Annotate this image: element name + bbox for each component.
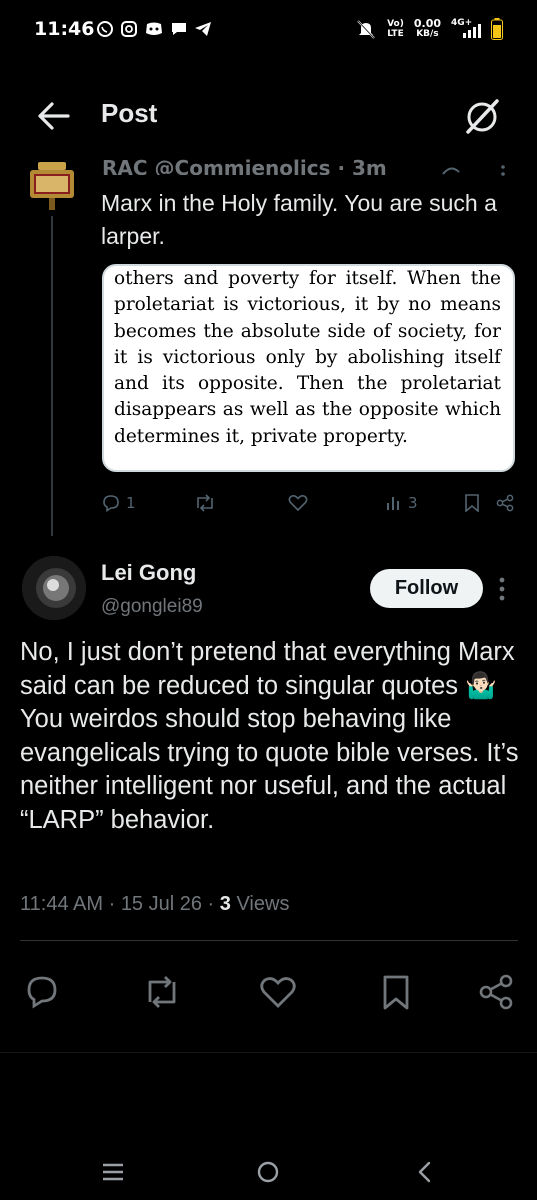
bottom-divider	[0, 1052, 537, 1053]
page-title: Post	[101, 98, 158, 128]
avatar-image	[30, 162, 74, 210]
back-nav-icon[interactable]	[416, 1160, 432, 1184]
parent-views-button[interactable]: 3	[386, 494, 418, 512]
meta-separator: ·	[207, 893, 220, 915]
speed-unit: KB/s	[416, 29, 439, 39]
tweet-date: 15 Jul 26	[120, 893, 202, 915]
tweet-meta: 11:44 AM · 15 Jul 26 · 3 Views	[20, 893, 289, 916]
telegram-icon	[195, 22, 211, 36]
views-icon	[387, 497, 399, 510]
parent-retweet-icon[interactable]	[194, 494, 216, 512]
reply-icon[interactable]	[22, 972, 62, 1012]
recent-apps-icon[interactable]	[101, 1162, 125, 1182]
chat-icon	[172, 23, 186, 35]
signal-indicator: 4G+	[451, 18, 481, 40]
parent-more-icon[interactable]	[500, 164, 506, 182]
follow-button[interactable]: Follow	[370, 569, 483, 608]
parent-author-line[interactable]: RAC @Commienolics · 3m	[102, 157, 387, 175]
author-name[interactable]: Lei Gong	[101, 560, 196, 586]
thread-line	[51, 216, 53, 536]
quote-image[interactable]: others and poverty for itself. When the …	[102, 264, 515, 472]
share-icon[interactable]	[476, 972, 516, 1012]
whatsapp-icon	[97, 21, 113, 37]
author-avatar[interactable]	[22, 556, 86, 620]
avatar-image	[22, 556, 86, 620]
system-nav-bar	[0, 1142, 537, 1200]
views-count: 3	[219, 893, 231, 915]
quote-image-text: others and poverty for itself. When the …	[114, 268, 501, 447]
meta-separator: ·	[108, 893, 121, 915]
retweet-icon[interactable]	[142, 972, 182, 1012]
parent-views-count: 3	[408, 494, 418, 512]
parent-avatar[interactable]	[26, 160, 78, 212]
battery-icon	[491, 18, 503, 40]
parent-bookmark-icon[interactable]	[464, 494, 480, 512]
tweet-time: 11:44 AM	[20, 893, 104, 915]
home-icon[interactable]	[256, 1160, 280, 1184]
instagram-icon	[121, 21, 137, 37]
parent-share-icon[interactable]	[496, 494, 514, 512]
notification-icons	[96, 20, 212, 38]
status-time: 11:46	[34, 18, 95, 40]
parent-actions: 1 3	[102, 494, 520, 518]
reply-icon	[103, 495, 119, 512]
volte-indicator: Vo) LTE	[387, 19, 404, 39]
discord-icon	[146, 22, 162, 35]
tweet-actions	[20, 972, 518, 1016]
status-right: Vo) LTE 0.00 KB/s 4G+	[355, 18, 503, 40]
parent-tweet-text: Marx in the Holy family. You are such a …	[101, 190, 497, 249]
parent-reply-count: 1	[126, 494, 136, 512]
divider	[20, 940, 518, 941]
parent-reply-button[interactable]: 1	[102, 494, 136, 512]
tweet-text: No, I just don’t pretend that everything…	[20, 638, 519, 834]
grok-icon[interactable]	[462, 96, 502, 136]
parent-like-icon[interactable]	[288, 494, 308, 512]
signal-icon	[463, 24, 481, 38]
network-speed: 0.00 KB/s	[414, 18, 441, 40]
volte-label: Vo)	[387, 19, 404, 29]
like-icon[interactable]	[258, 972, 298, 1012]
views-label: Views	[236, 893, 290, 915]
speed-value: 0.00	[413, 17, 441, 30]
back-arrow-icon[interactable]	[36, 100, 70, 132]
mute-icon	[357, 20, 375, 39]
lte-label: LTE	[387, 29, 404, 39]
more-options-icon[interactable]	[498, 576, 506, 602]
author-handle[interactable]: @gonglei89	[101, 596, 203, 618]
grok-small-icon[interactable]	[440, 162, 462, 178]
bookmark-icon[interactable]	[376, 972, 416, 1012]
